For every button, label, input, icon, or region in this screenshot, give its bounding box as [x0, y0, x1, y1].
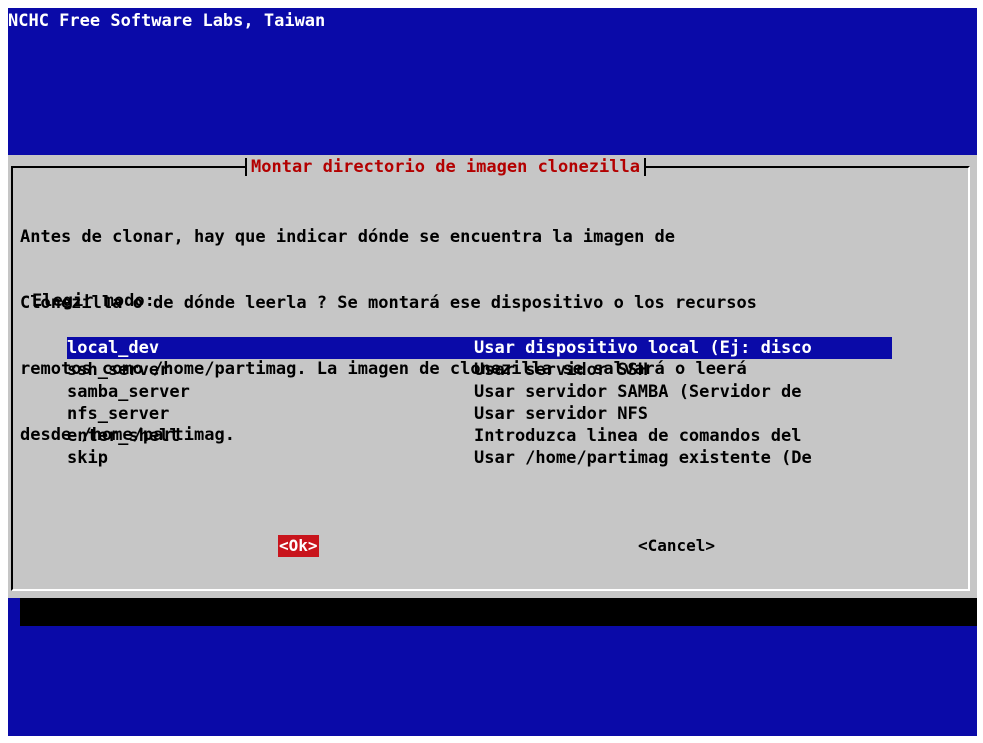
mode-menu: local_dev Usar dispositivo local (Ej: di… — [67, 337, 892, 469]
menu-item-tag: enter_shell — [67, 426, 180, 446]
menu-item-ssh-server[interactable]: ssh_server Usar servidor SSH — [67, 359, 892, 381]
menu-item-samba-server[interactable]: samba_server Usar servidor SAMBA (Servid… — [67, 381, 892, 403]
backtitle: NCHC Free Software Labs, Taiwan — [8, 11, 326, 31]
dialog-title: Montar directorio de imagen clonezilla — [245, 155, 646, 179]
menu-item-desc: Introduzca linea de comandos del — [474, 426, 802, 446]
menu-item-skip[interactable]: skip Usar /home/partimag existente (De — [67, 447, 892, 469]
menu-item-local-dev[interactable]: local_dev Usar dispositivo local (Ej: di… — [67, 337, 892, 359]
menu-label: Elegir modo: — [32, 291, 155, 311]
prompt-line: Antes de clonar, hay que indicar dónde s… — [20, 227, 676, 247]
menu-item-tag: nfs_server — [67, 404, 170, 424]
menu-item-desc: Usar servidor SAMBA (Servidor de — [474, 382, 802, 402]
menu-item-desc: Usar servidor NFS — [474, 404, 648, 424]
cancel-button[interactable]: <Cancel> — [638, 535, 715, 557]
menu-item-nfs-server[interactable]: nfs_server Usar servidor NFS — [67, 403, 892, 425]
menu-item-tag: local_dev — [67, 338, 160, 358]
menu-item-desc: Usar servidor SSH — [474, 360, 648, 380]
menu-item-desc: Usar /home/partimag existente (De — [474, 448, 812, 468]
menu-item-tag: skip — [67, 448, 108, 468]
menu-item-tag: samba_server — [67, 382, 190, 402]
terminal-screen: NCHC Free Software Labs, Taiwan Montar d… — [8, 8, 977, 736]
ok-button[interactable]: <Ok> — [278, 535, 319, 557]
menu-item-tag: ssh_server — [67, 360, 170, 380]
menu-item-desc: Usar dispositivo local (Ej: disco — [474, 338, 812, 358]
dialog-shadow — [20, 598, 977, 626]
mount-dialog: Montar directorio de imagen clonezilla A… — [8, 155, 977, 598]
menu-item-enter-shell[interactable]: enter_shell Introduzca linea de comandos… — [67, 425, 892, 447]
